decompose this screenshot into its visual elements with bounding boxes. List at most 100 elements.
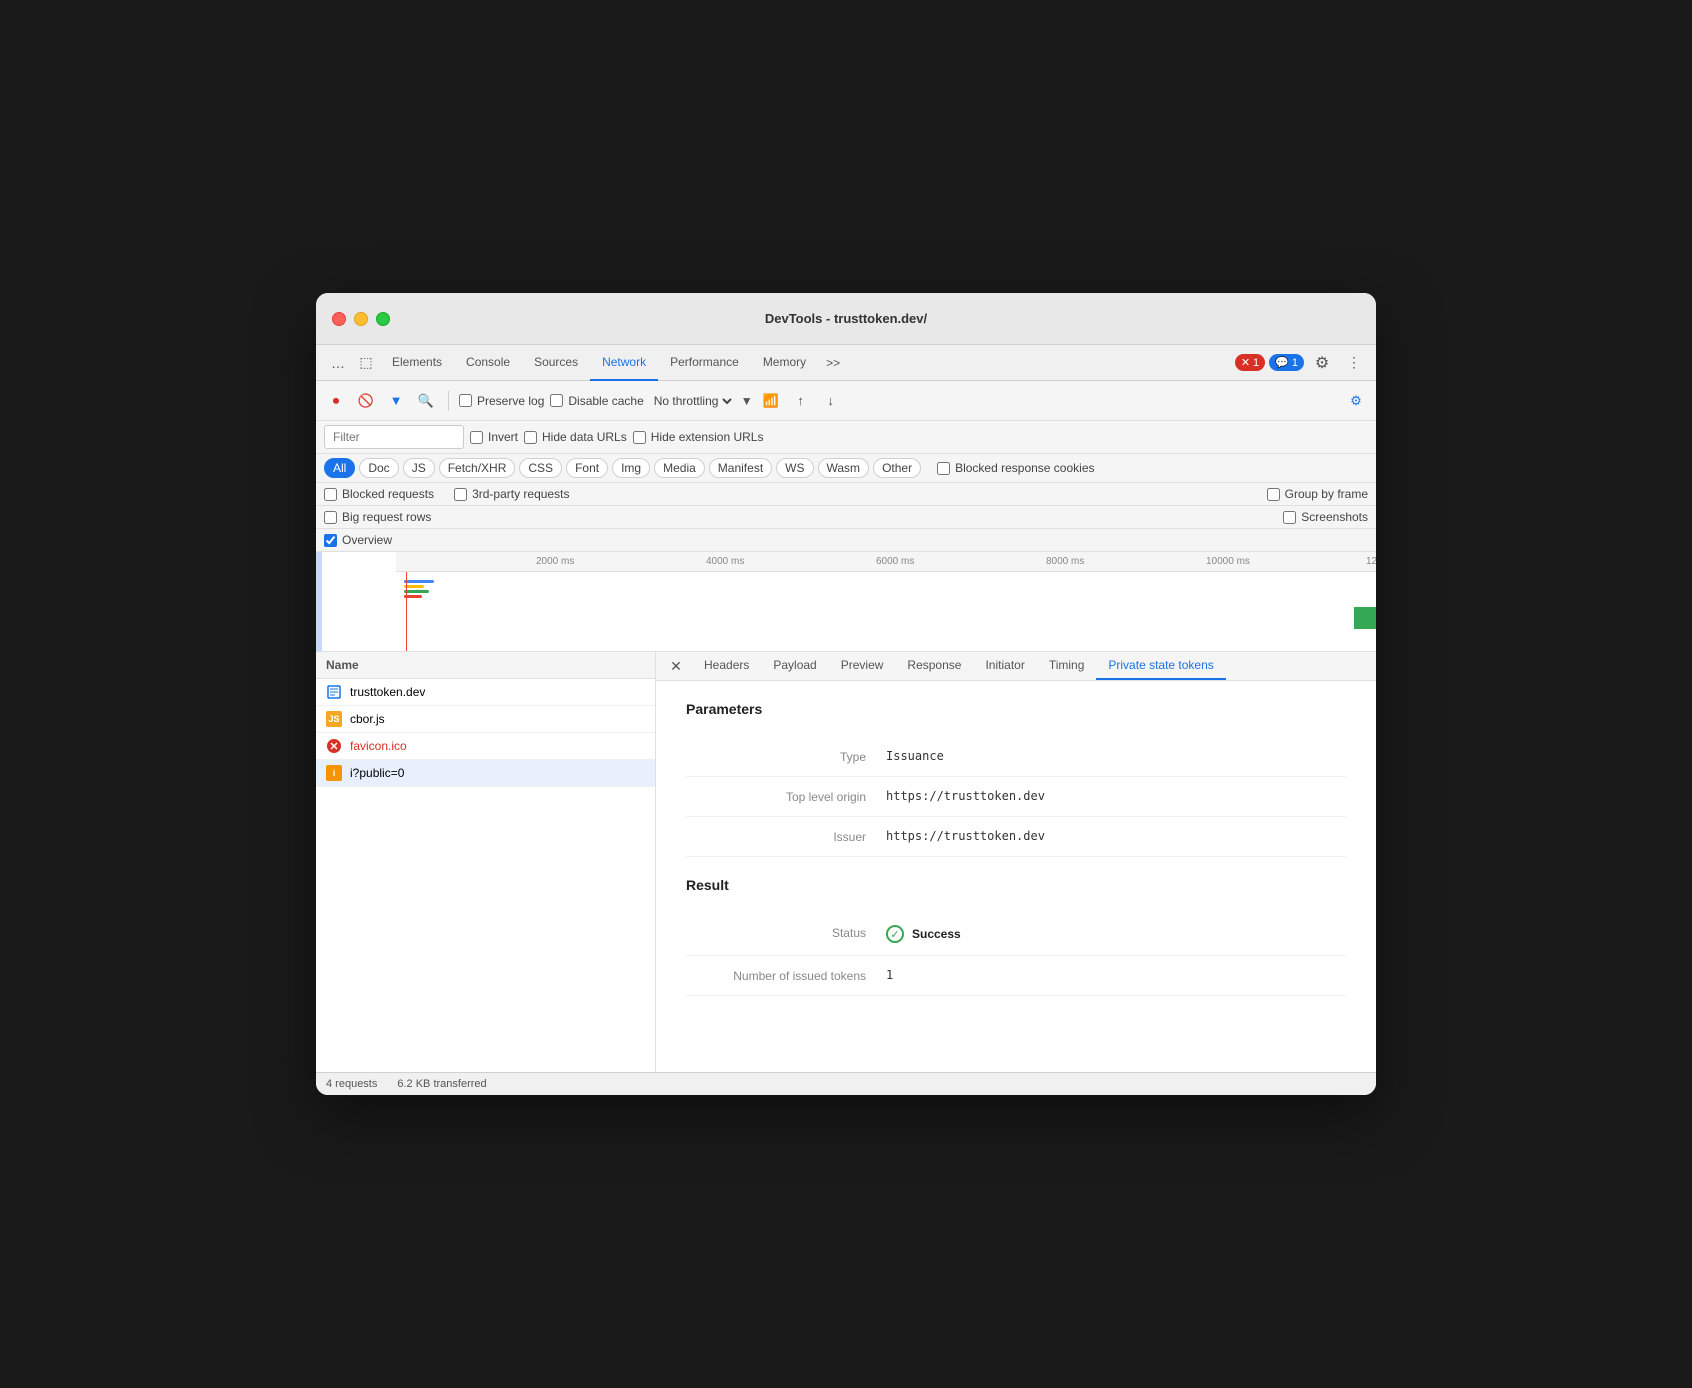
chip-img[interactable]: Img [612,458,650,478]
timeline-selection-bar [316,552,322,651]
invert-text: Invert [488,430,518,444]
top-level-origin-row: Top level origin https://trusttoken.dev [686,777,1346,817]
preserve-log-label[interactable]: Preserve log [459,394,544,408]
status-label: Status [686,925,886,940]
search-button[interactable]: 🔍 [414,389,438,413]
minimize-button[interactable] [354,312,368,326]
blocked-cookies-text: Blocked response cookies [955,461,1094,475]
screenshots-checkbox[interactable] [1283,511,1296,524]
disable-cache-label[interactable]: Disable cache [550,394,643,408]
maximize-button[interactable] [376,312,390,326]
requests-count: 4 requests [326,1078,377,1090]
message-badge[interactable]: 💬 1 [1269,354,1304,371]
error-count: 1 [1253,357,1259,369]
chip-other[interactable]: Other [873,458,921,478]
tab-performance[interactable]: Performance [658,345,751,381]
tick-6000: 6000 ms [876,556,914,567]
hide-extension-urls-text: Hide extension URLs [651,430,764,444]
invert-label[interactable]: Invert [470,430,518,444]
detail-tab-private-state-tokens[interactable]: Private state tokens [1096,652,1225,680]
screenshots-text: Screenshots [1301,510,1368,524]
stop-recording-button[interactable]: ⏺ [324,389,348,413]
close-button[interactable] [332,312,346,326]
activity-lines [404,580,434,600]
third-party-label[interactable]: 3rd-party requests [454,487,569,501]
chip-wasm[interactable]: Wasm [818,458,870,478]
chip-media[interactable]: Media [654,458,705,478]
tab-overflow[interactable]: >> [818,356,848,370]
chip-manifest[interactable]: Manifest [709,458,772,478]
screenshots-label[interactable]: Screenshots [1283,510,1368,524]
inspect-icon[interactable]: ⬚ [352,349,380,377]
request-item-ipublic[interactable]: i i?public=0 [316,760,655,787]
hide-extension-urls-label[interactable]: Hide extension URLs [633,430,764,444]
status-row: Status ✓ Success [686,913,1346,956]
tab-memory[interactable]: Memory [751,345,818,381]
parameters-title: Parameters [686,701,1346,717]
disable-cache-checkbox[interactable] [550,394,563,407]
third-party-checkbox[interactable] [454,488,467,501]
settings-network-icon[interactable]: ⚙ [1344,389,1368,413]
tab-console[interactable]: Console [454,345,522,381]
devtools-window: DevTools - trusttoken.dev/ … ⬚ Elements … [316,293,1376,1095]
blocked-requests-label[interactable]: Blocked requests [324,487,434,501]
overview-checkbox[interactable] [324,534,337,547]
type-label: Type [686,749,886,764]
detail-tab-headers[interactable]: Headers [692,652,761,680]
detail-tab-payload[interactable]: Payload [761,652,828,680]
filter-input[interactable] [324,425,464,449]
request-item-trusttoken[interactable]: trusttoken.dev [316,679,655,706]
top-level-origin-value: https://trusttoken.dev [886,789,1045,803]
clear-button[interactable]: 🚫 [354,389,378,413]
detail-tab-response[interactable]: Response [895,652,973,680]
download-icon[interactable]: ↓ [819,389,843,413]
chip-css[interactable]: CSS [519,458,562,478]
big-rows-label[interactable]: Big request rows [324,510,431,524]
close-detail-button[interactable]: ✕ [664,654,688,678]
blocked-cookies-checkbox[interactable] [937,462,950,475]
group-by-frame-label[interactable]: Group by frame [1267,487,1368,501]
group-by-frame-checkbox[interactable] [1267,488,1280,501]
detail-tab-preview[interactable]: Preview [829,652,896,680]
throttle-select[interactable]: No throttling [650,393,735,409]
request-name-ipublic: i?public=0 [350,766,645,780]
detail-tab-timing[interactable]: Timing [1037,652,1097,680]
blocked-cookies-label[interactable]: Blocked response cookies [937,461,1094,475]
chip-ws[interactable]: WS [776,458,813,478]
big-rows-checkbox[interactable] [324,511,337,524]
invert-checkbox[interactable] [470,431,483,444]
cursor-tool-icon[interactable]: … [324,349,352,377]
hide-data-urls-label[interactable]: Hide data URLs [524,430,627,444]
hide-extension-urls-checkbox[interactable] [633,431,646,444]
hide-data-urls-checkbox[interactable] [524,431,537,444]
chip-font[interactable]: Font [566,458,608,478]
preserve-log-checkbox[interactable] [459,394,472,407]
filter-icon-button[interactable]: ▼ [384,389,408,413]
error-badge[interactable]: ✕ 1 [1235,354,1265,371]
tab-network[interactable]: Network [590,345,658,381]
toolbar-separator [448,391,449,411]
chip-fetch-xhr[interactable]: Fetch/XHR [439,458,516,478]
wifi-icon[interactable]: 📶 [759,389,783,413]
detail-tab-initiator[interactable]: Initiator [973,652,1036,680]
tab-elements[interactable]: Elements [380,345,454,381]
tab-sources[interactable]: Sources [522,345,590,381]
more-menu-icon[interactable]: ⋮ [1340,349,1368,377]
tick-12000: 12000 [1366,556,1376,567]
chip-doc[interactable]: Doc [359,458,398,478]
request-item-cbor[interactable]: JS cbor.js [316,706,655,733]
top-level-origin-label: Top level origin [686,789,886,804]
titlebar: DevTools - trusttoken.dev/ [316,293,1376,345]
upload-icon[interactable]: ↑ [789,389,813,413]
devtools-body: … ⬚ Elements Console Sources Network Per… [316,345,1376,1095]
settings-icon[interactable]: ⚙ [1308,349,1336,377]
blocked-requests-checkbox[interactable] [324,488,337,501]
overview-label[interactable]: Overview [324,533,392,547]
name-column-header: Name [316,652,655,679]
throttle-arrow[interactable]: ▼ [741,394,753,408]
chip-all[interactable]: All [324,458,355,478]
timeline-container: 2000 ms 4000 ms 6000 ms 8000 ms 10000 ms… [316,552,1376,652]
chip-js[interactable]: JS [403,458,435,478]
request-item-favicon[interactable]: ✕ favicon.ico [316,733,655,760]
issuer-row: Issuer https://trusttoken.dev [686,817,1346,857]
